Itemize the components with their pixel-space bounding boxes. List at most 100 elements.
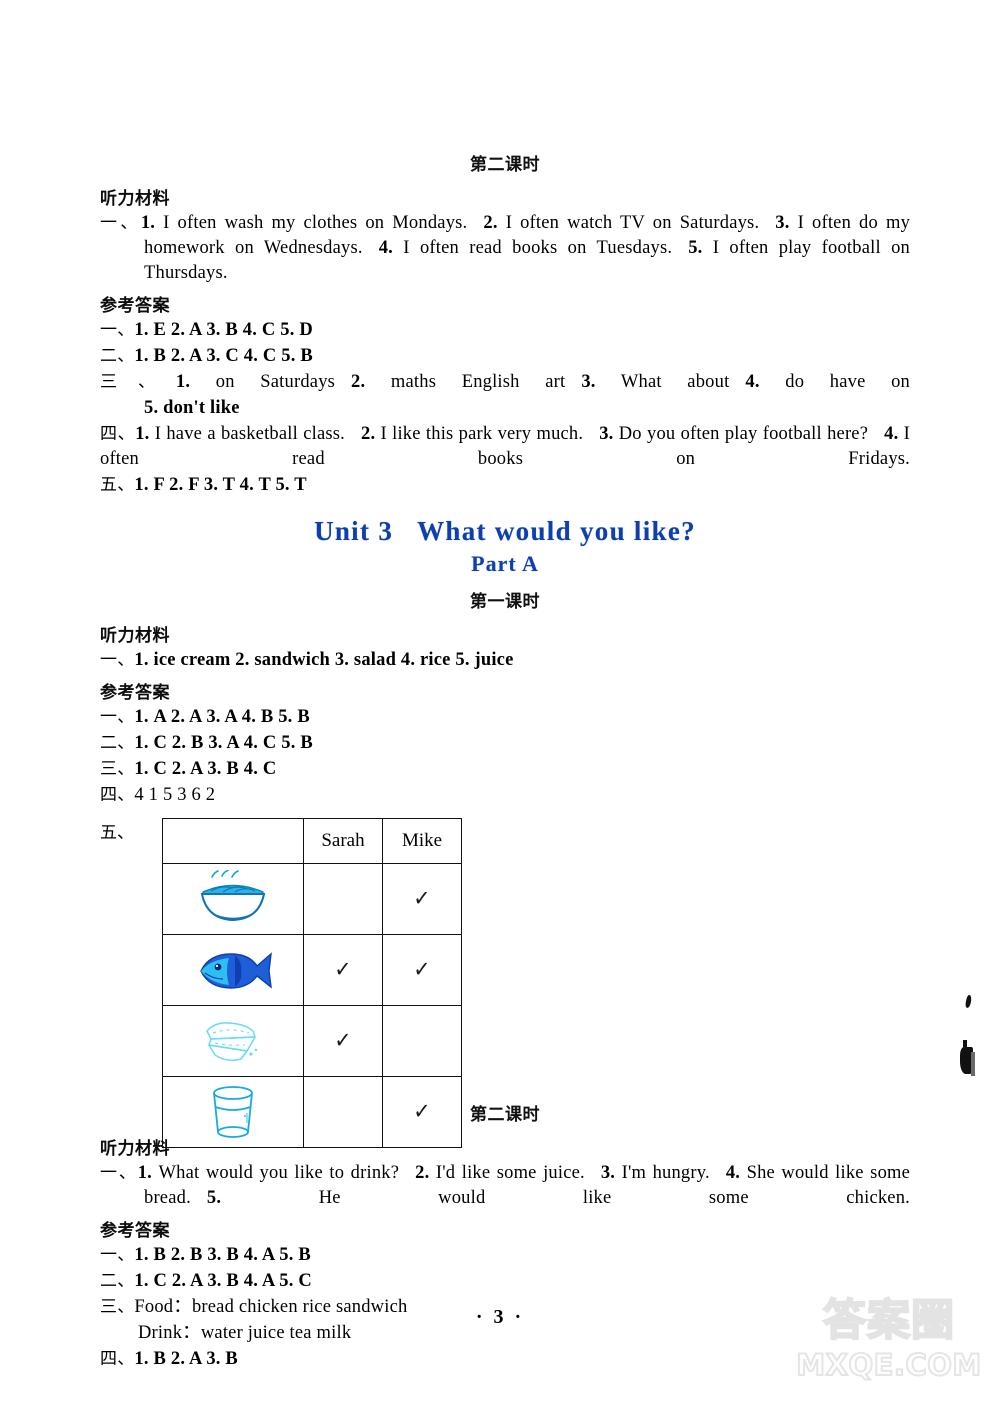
answer-line-a2-4: 四、1. B 2. A 3. B	[100, 1347, 910, 1372]
item-text: He would like some chicken.	[318, 1188, 910, 1208]
answer-text: do have on	[785, 372, 910, 392]
answer-number: 2.	[351, 372, 366, 392]
item-number: 4.	[725, 1163, 741, 1183]
answer-text: on Saturdays	[215, 372, 336, 392]
tick-mark: ✓	[413, 1097, 431, 1126]
answer-marker: 二、	[100, 346, 135, 366]
listening-items-unit2-b2: 一、1. I often wash my clothes on Mondays.…	[100, 211, 910, 286]
answer-line-a1-4: 四、4 1 5 3 6 2	[100, 783, 910, 808]
answer-text: 4 1 5 3 6 2	[134, 785, 216, 805]
tick-mark: ✓	[413, 884, 431, 913]
scan-artifact	[964, 994, 973, 1009]
answer-marker: 一、	[100, 707, 135, 727]
answer-text: What about	[620, 372, 730, 392]
reference-answers-heading-2: 参考答案	[100, 683, 170, 703]
reference-answers-heading-3: 参考答案	[100, 1221, 170, 1241]
scan-artifact	[971, 1052, 975, 1076]
answer-marker: 三、	[100, 372, 176, 392]
answer-line-1: 一、1. E 2. A 3. B 4. C 5. D	[100, 318, 910, 343]
unit-title-text: What would you like?	[417, 516, 696, 546]
answer-continuation: 5. don't like	[144, 398, 240, 418]
noodle-bowl-icon	[162, 863, 304, 935]
answer-line-a2-1: 一、1. B 2. B 3. B 4. A 5. B	[100, 1243, 910, 1268]
answer-number: 1.	[175, 372, 191, 392]
item-number: 3.	[775, 213, 790, 233]
answer-marker: 四、	[100, 1349, 135, 1369]
water-glass-icon	[162, 1076, 304, 1148]
answer-number: 4.	[884, 424, 899, 444]
cell-sarah: ✓	[303, 934, 383, 1006]
answer-marker: 二、	[100, 733, 135, 753]
answer-text: 1. C 2. A 3. B 4. A 5. C	[134, 1271, 312, 1291]
answer-marker: 三、	[100, 759, 135, 779]
cell-mike: ✓	[382, 863, 462, 935]
answer-text: 1. E 2. A 3. B 4. C 5. D	[134, 320, 313, 340]
item-text: I'm hungry.	[621, 1163, 710, 1183]
answer-marker: 四、	[100, 785, 135, 805]
table-marker: 五、	[100, 823, 134, 843]
answer-text: I have a basketball class.	[154, 424, 345, 444]
sandwich-icon	[162, 1005, 304, 1077]
answer-text: I like this park very much.	[380, 424, 584, 444]
answer-text: 1. F 2. F 3. T 4. T 5. T	[134, 475, 307, 495]
listening-material-heading-1: 听力材料	[100, 189, 170, 209]
lesson-heading-unit2-b2: 第二课时	[470, 155, 540, 175]
item-marker: 一、	[100, 650, 135, 670]
content-column: 第二课时 听力材料 一、1. I often wash my clothes o…	[100, 150, 910, 1373]
answer-line-a2-2: 二、1. C 2. A 3. B 4. A 5. C	[100, 1269, 910, 1294]
answer-line-2: 二、1. B 2. A 3. C 4. C 5. B	[100, 344, 910, 369]
fish-icon	[162, 934, 304, 1006]
scan-artifact	[963, 1040, 967, 1047]
cell-mike: ✓	[382, 934, 462, 1006]
tick-mark: ✓	[334, 955, 352, 984]
unit-number: Unit 3	[314, 516, 394, 546]
item-text: I'd like some juice.	[435, 1163, 585, 1183]
answer-number: 1.	[135, 424, 150, 444]
answer-marker: 一、	[100, 320, 135, 340]
table-header-row: Sarah Mike	[162, 818, 462, 864]
item-number: 1.	[140, 213, 156, 233]
column-header-icons	[162, 818, 304, 864]
item-text: I often wash my clothes on Mondays.	[163, 213, 468, 233]
answer-text: maths English art	[390, 372, 566, 392]
tick-mark: ✓	[334, 1026, 352, 1055]
table-row: ✓	[162, 863, 462, 935]
listening-material-heading-2: 听力材料	[100, 626, 170, 646]
column-header-sarah: Sarah	[303, 818, 383, 864]
preference-table-block: 五、 Sarah Mike ✓ ✓ ✓ ✓ ✓	[100, 810, 910, 1148]
cell-sarah	[303, 863, 383, 935]
table-row: ✓	[162, 1076, 462, 1148]
answer-number: 4.	[745, 372, 760, 392]
answer-text: 1. C 2. A 3. B 4. C	[134, 759, 277, 779]
item-number: 1.	[137, 1163, 152, 1183]
item-text: I often watch TV on Saturdays.	[505, 213, 760, 233]
page-number: · 3 ·	[475, 1306, 525, 1328]
answer-line-a1-2: 二、1. C 2. B 3. A 4. C 5. B	[100, 731, 910, 756]
answer-number: 3.	[581, 372, 596, 392]
cell-mike	[382, 1005, 462, 1077]
lesson-heading-unit3-a1: 第一课时	[470, 592, 540, 612]
item-marker: 一、	[100, 213, 141, 233]
answer-text: 1. B 2. B 3. B 4. A 5. B	[134, 1245, 311, 1265]
answer-text: 1. B 2. A 3. B	[134, 1349, 238, 1369]
listening-items-unit3-a2: 一、1. What would you like to drink? 2. I'd…	[100, 1161, 910, 1211]
answer-marker: 五、	[100, 475, 135, 495]
item-marker: 一、	[100, 1163, 138, 1183]
item-number: 2.	[483, 213, 498, 233]
answer-marker: 二、	[100, 1271, 135, 1291]
answer-text: Do you often play football here?	[618, 424, 869, 444]
answer-marker: 四、	[100, 424, 136, 444]
answer-text: 1. A 2. A 3. A 4. B 5. B	[134, 707, 310, 727]
item-number: 4.	[378, 238, 393, 258]
answer-marker: 一、	[100, 1245, 135, 1265]
answer-line-a1-3: 三、1. C 2. A 3. B 4. C	[100, 757, 910, 782]
table-row: ✓	[162, 1005, 462, 1077]
answer-line-4: 四、1. I have a basketball class. 2. I like…	[100, 422, 910, 472]
cell-sarah: ✓	[303, 1005, 383, 1077]
item-number: 2.	[415, 1163, 430, 1183]
cell-mike: ✓	[382, 1076, 462, 1148]
column-header-mike: Mike	[382, 818, 462, 864]
item-number: 5.	[206, 1188, 222, 1208]
cell-sarah	[303, 1076, 383, 1148]
answer-line-3: 三、1. on Saturdays 2. maths English art 3. …	[100, 370, 910, 395]
